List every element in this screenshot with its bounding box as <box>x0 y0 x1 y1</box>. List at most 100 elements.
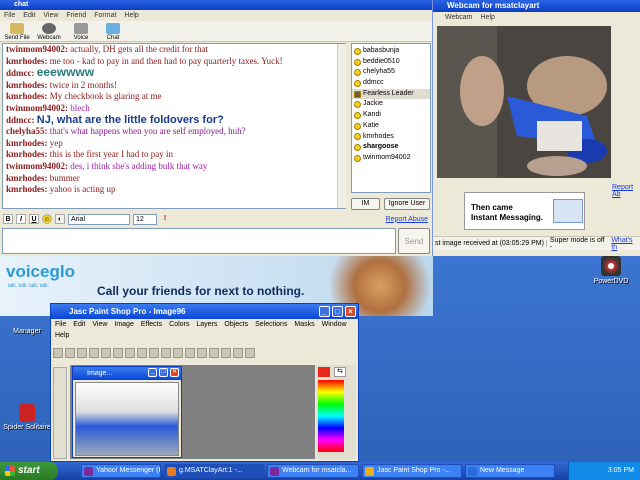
conversation-scrollbar[interactable] <box>337 44 346 208</box>
image-title-bar[interactable]: Image... _ □ × <box>73 367 181 380</box>
palette-icon[interactable] <box>197 348 207 358</box>
save-icon[interactable] <box>77 348 87 358</box>
psp-menu-layers[interactable]: Layers <box>196 319 217 331</box>
psp-menu-file[interactable]: File <box>55 319 66 331</box>
new-icon[interactable] <box>53 348 63 358</box>
image-subwindow: Image... _ □ × <box>72 366 182 458</box>
buddy-item[interactable]: ddmcc <box>352 78 430 89</box>
message-input[interactable] <box>2 228 396 254</box>
buddy-item[interactable]: shargoose <box>352 142 430 153</box>
psp-menu-view[interactable]: View <box>92 319 107 331</box>
histogram-icon[interactable] <box>209 348 219 358</box>
send-button[interactable]: Send <box>398 228 430 254</box>
psp-menu-edit[interactable]: Edit <box>73 319 85 331</box>
chat-menu-friend[interactable]: Friend <box>66 10 86 21</box>
bold-button[interactable]: B <box>3 214 13 224</box>
message-text: des, i think she's adding bulk that way <box>70 160 208 171</box>
psp-menu-objects[interactable]: Objects <box>224 319 248 331</box>
chat-menu-format[interactable]: Format <box>94 10 116 21</box>
webcam-title-bar[interactable]: Webcam for msatclayart <box>433 0 640 12</box>
image-minimize-button[interactable]: _ <box>148 368 157 377</box>
font-size-select[interactable]: 12 <box>133 213 157 225</box>
psp-tool-palette[interactable] <box>53 367 67 459</box>
psp-close-button[interactable]: × <box>345 306 356 317</box>
paste-icon[interactable] <box>149 348 159 358</box>
cut-icon[interactable] <box>125 348 135 358</box>
zoom-icon[interactable] <box>161 348 171 358</box>
conversation-pane[interactable]: twinmom94002: actually, DH gets all the … <box>2 43 346 209</box>
color-spectrum[interactable] <box>318 380 344 452</box>
undo-icon[interactable] <box>101 348 111 358</box>
psp-title-bar[interactable]: Jasc Paint Shop Pro - Image96 _ □ × <box>51 304 358 319</box>
redo-icon[interactable] <box>113 348 123 358</box>
psp-menu-effects[interactable]: Effects <box>141 319 162 331</box>
desktop-icon-powerdvd[interactable]: PowerDVD <box>584 256 638 285</box>
psp-menu-selections[interactable]: Selections <box>255 319 287 331</box>
color-icon[interactable]: ◐ <box>55 214 65 224</box>
underline-button[interactable]: U <box>29 214 39 224</box>
buddy-item[interactable]: Fearless Leader <box>352 88 430 100</box>
webcam-button[interactable]: Webcam <box>36 23 62 41</box>
psp-menu-help[interactable]: Help <box>51 331 358 341</box>
voice-icon <box>74 23 88 34</box>
buddy-item[interactable]: babasbunja <box>352 46 430 57</box>
webcam-menu-help[interactable]: Help <box>481 12 495 23</box>
smiley-icon[interactable]: ☺ <box>42 214 52 224</box>
taskbar-button[interactable]: g.MSATClayArt:1 -... <box>164 464 264 478</box>
desktop-icon-spider[interactable]: Spider Solitaire <box>0 404 54 431</box>
psp-maximize-button[interactable]: □ <box>332 306 343 317</box>
webcam-menu-webcam[interactable]: Webcam <box>445 12 473 23</box>
buddy-item[interactable]: chelyha55 <box>352 67 430 78</box>
layers-icon[interactable] <box>185 348 195 358</box>
controls-icon[interactable] <box>233 348 243 358</box>
chat-button[interactable]: Chat <box>100 23 126 41</box>
send-file-button[interactable]: Send File <box>4 23 30 41</box>
font-name-select[interactable]: Arial <box>68 213 130 225</box>
buddy-item[interactable]: Jackie <box>352 99 430 110</box>
overview-icon[interactable] <box>221 348 231 358</box>
desktop-icon-manager[interactable]: Manager <box>0 328 54 335</box>
taskbar-button[interactable]: Webcam for msatcla... <box>267 464 359 478</box>
psp-menu-colors[interactable]: Colors <box>169 319 189 331</box>
help-icon[interactable] <box>245 348 255 358</box>
chat-message: kmrhodes: this is the first year I had t… <box>6 149 345 161</box>
psp-menu-masks[interactable]: Masks <box>294 319 314 331</box>
open-icon[interactable] <box>65 348 75 358</box>
buddy-item[interactable]: Kandi <box>352 110 430 121</box>
webcam-ad-graphic <box>553 199 583 223</box>
buzz-icon[interactable]: ! <box>160 214 170 224</box>
webcam-report-link[interactable]: Report Ab <box>612 184 640 198</box>
message-text: blech <box>70 102 90 113</box>
webcam-ad[interactable]: Then came Instant Messaging. <box>464 192 585 230</box>
psp-minimize-button[interactable]: _ <box>319 306 330 317</box>
monitor-icon[interactable] <box>173 348 183 358</box>
image-canvas[interactable] <box>75 382 179 456</box>
start-button[interactable]: start <box>0 462 58 480</box>
print-icon[interactable] <box>89 348 99 358</box>
buddy-item[interactable]: Katie <box>352 121 430 132</box>
chat-menu-file[interactable]: File <box>4 10 15 21</box>
image-maximize-button[interactable]: □ <box>159 368 168 377</box>
psp-menu-image[interactable]: Image <box>114 319 133 331</box>
italic-button[interactable]: I <box>16 214 26 224</box>
voice-button[interactable]: Voice <box>68 23 94 41</box>
image-close-button[interactable]: × <box>170 368 179 377</box>
buddy-item[interactable]: beddie0510 <box>352 57 430 68</box>
report-abuse-link[interactable]: Report Abuse <box>386 216 428 223</box>
chat-menu-help[interactable]: Help <box>124 10 138 21</box>
chat-title-bar[interactable]: chat <box>0 0 432 10</box>
buddy-item[interactable]: twinmom94002 <box>352 153 430 164</box>
whats-this-link[interactable]: What's th <box>608 237 640 251</box>
foreground-color-swatch[interactable] <box>318 367 330 377</box>
chat-menu-view[interactable]: View <box>43 10 58 21</box>
ignore-user-button[interactable]: Ignore User <box>384 198 430 210</box>
psp-menu-window[interactable]: Window <box>322 319 347 331</box>
swap-colors-icon[interactable]: ⇆ <box>334 367 346 377</box>
taskbar-button[interactable]: New Message <box>465 464 555 478</box>
copy-icon[interactable] <box>137 348 147 358</box>
chat-menu-edit[interactable]: Edit <box>23 10 35 21</box>
im-button[interactable]: IM <box>351 198 380 210</box>
buddy-item[interactable]: kmrhodes <box>352 132 430 143</box>
taskbar-button[interactable]: Yahoo! Messenger (I... <box>81 464 161 478</box>
taskbar-button[interactable]: Jasc Paint Shop Pro -... <box>362 464 462 478</box>
